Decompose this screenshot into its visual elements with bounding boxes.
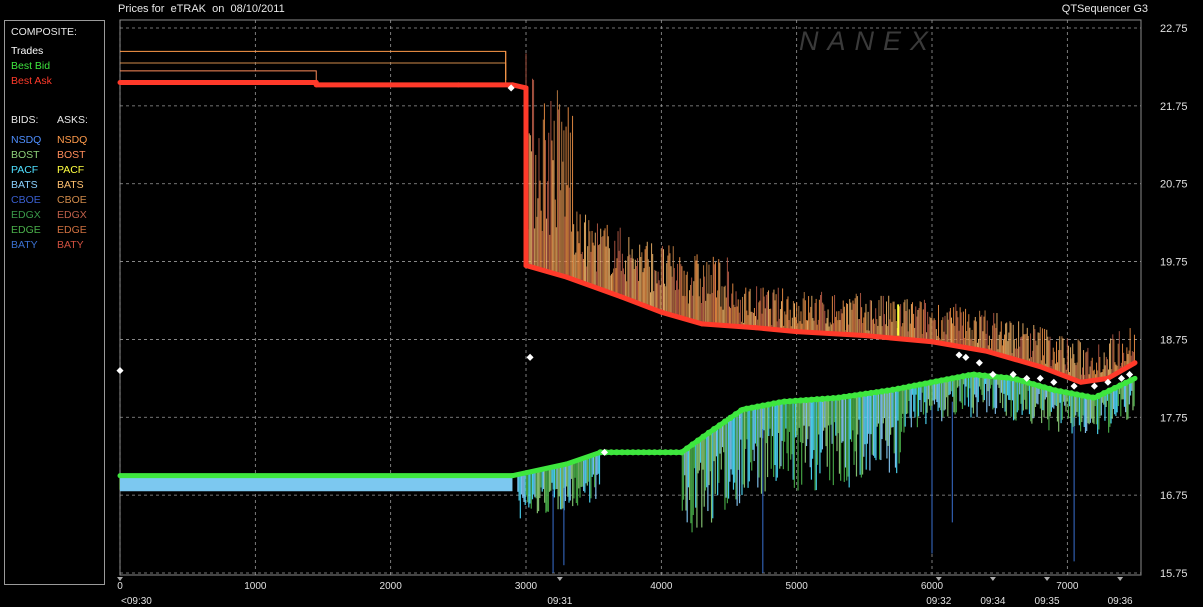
best-ask-point [1132,360,1138,366]
y-tick-label: 17.75 [1160,412,1188,424]
y-tick-label: 22.75 [1160,23,1188,35]
time-marker [556,577,563,581]
best-ask-point [983,348,989,354]
time-marker [989,577,996,581]
best-ask-point [313,82,319,88]
time-label: 09:36 [1108,596,1133,607]
best-ask-point [1037,364,1043,370]
best-bid-point [117,473,123,479]
x-tick-label: 1000 [244,581,267,592]
best-ask-point [861,333,867,339]
best-ask-point [699,321,705,327]
y-tick-label: 19.75 [1160,257,1188,269]
best-ask-point [753,325,759,331]
x-tick-label: 2000 [380,581,403,592]
time-label: <09:30 [121,596,152,607]
y-tick-label: 20.75 [1160,179,1188,191]
x-tick-label: 0 [117,581,123,592]
best-ask-point [455,82,461,88]
time-marker [1117,577,1124,581]
best-ask-point [117,80,123,85]
price-chart: NANEX 15.75 16.75 17.75 18.75 19.75 20.75 21.75… [116,19,1188,607]
x-tick-label: 3000 [515,581,538,592]
time-marker [1044,577,1051,581]
plot-frame [119,19,1142,576]
best-ask-point [523,262,529,268]
best-ask-point [794,329,800,335]
x-tick-label: 4000 [650,581,673,592]
x-tick-label: 6000 [921,581,944,592]
best-ask-point [618,294,624,300]
best-bid-point [509,473,515,479]
best-bid-point [564,461,570,467]
y-tick-label: 16.75 [1160,490,1188,502]
best-ask-point [658,309,664,315]
time-label: 09:31 [547,596,572,607]
x-tick-label: 7000 [1056,581,1079,592]
time-label: 09:32 [926,596,951,607]
time-label: 09:34 [980,596,1005,607]
best-ask-point [564,274,570,280]
time-label: 09:35 [1035,596,1060,607]
x-tick-label: 5000 [786,581,809,592]
y-tick-label: 18.75 [1160,334,1188,346]
y-tick-label: 21.75 [1160,101,1188,113]
y-tick-label: 15.75 [1160,568,1188,580]
watermark-text: NANEX [799,26,937,56]
best-ask-point [523,85,529,91]
best-ask-point [1078,379,1084,385]
best-ask-point [929,339,935,345]
